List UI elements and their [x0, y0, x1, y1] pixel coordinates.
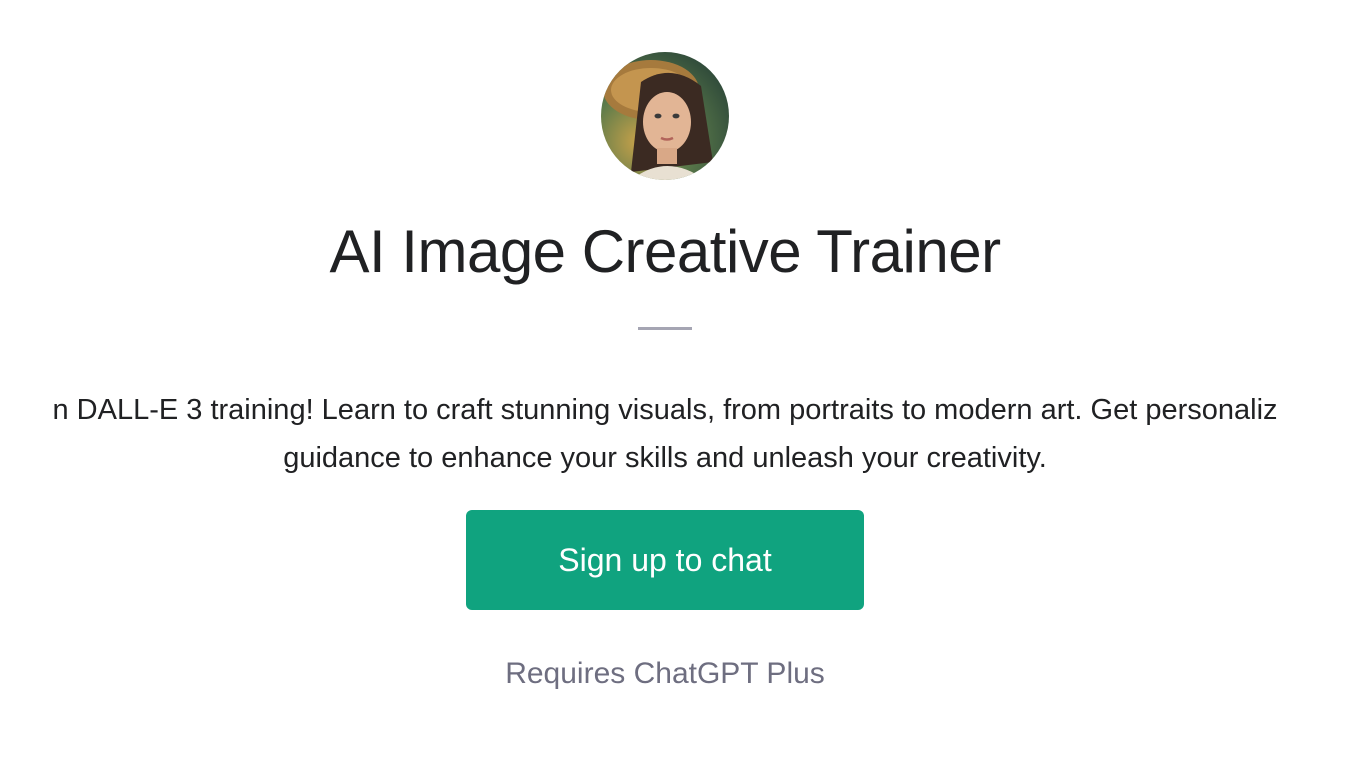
- gpt-description: n DALL-E 3 training! Learn to craft stun…: [0, 386, 1360, 482]
- description-line: n DALL-E 3 training! Learn to craft stun…: [52, 394, 1278, 426]
- gpt-title: AI Image Creative Trainer: [329, 218, 1001, 285]
- gpt-avatar: [601, 52, 729, 180]
- plan-requirement-note: Requires ChatGPT Plus: [505, 657, 825, 690]
- title-divider: [638, 327, 692, 330]
- portrait-avatar-icon: [601, 52, 729, 180]
- sign-up-button[interactable]: Sign up to chat: [466, 510, 864, 610]
- description-line: guidance to enhance your skills and unle…: [283, 442, 1047, 474]
- gpt-landing-page: AI Image Creative Trainer n DALL-E 3 tra…: [0, 0, 1360, 764]
